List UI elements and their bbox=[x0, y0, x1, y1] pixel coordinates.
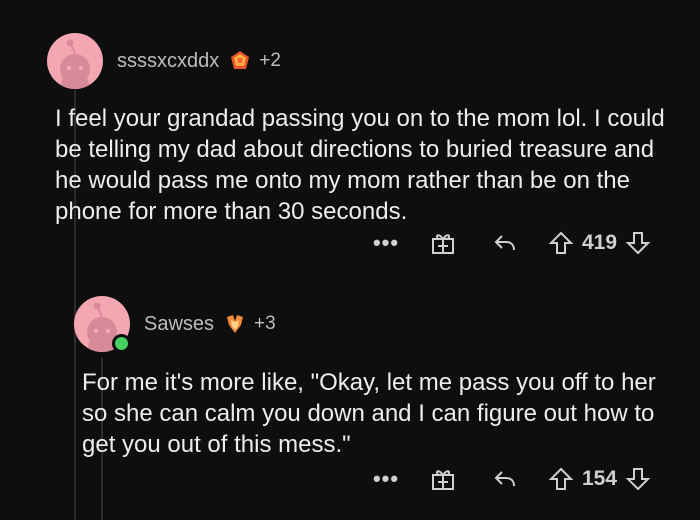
award-icon[interactable] bbox=[224, 313, 246, 335]
comment-2-username[interactable]: Sawses bbox=[144, 313, 214, 336]
comment-1-score: 419 bbox=[582, 231, 618, 254]
more-options-button[interactable]: ••• bbox=[366, 466, 406, 492]
reply-icon[interactable] bbox=[492, 230, 518, 256]
downvote-arrow-icon[interactable] bbox=[625, 466, 651, 492]
upvote-arrow-icon[interactable] bbox=[548, 230, 574, 256]
comment-2-award-count: +3 bbox=[254, 313, 276, 334]
comment-1-actions: ••• 419 bbox=[366, 230, 651, 256]
reply-icon[interactable] bbox=[492, 466, 518, 492]
snoo-avatar-icon[interactable] bbox=[47, 33, 103, 89]
comment-2-body: For me it's more like, "Okay, let me pas… bbox=[82, 369, 656, 458]
more-options-button[interactable]: ••• bbox=[366, 230, 406, 256]
comment-2-header: Sawses +3 bbox=[74, 296, 276, 353]
avatar-wrapper bbox=[74, 296, 131, 353]
comment-1-body: I feel your grandad passing you on to th… bbox=[55, 105, 665, 225]
comment-1-header: ssssxcxddx +2 bbox=[47, 33, 281, 89]
comment-2-score: 154 bbox=[582, 467, 618, 490]
gift-icon[interactable] bbox=[430, 466, 456, 492]
gift-icon[interactable] bbox=[430, 230, 456, 256]
upvote-arrow-icon[interactable] bbox=[548, 466, 574, 492]
award-icon[interactable] bbox=[229, 50, 251, 72]
comment-1-award-count: +2 bbox=[259, 50, 281, 71]
downvote-arrow-icon[interactable] bbox=[625, 230, 651, 256]
online-status-dot bbox=[112, 334, 131, 353]
comment-2-actions: ••• 154 bbox=[366, 466, 651, 492]
comment-1-username[interactable]: ssssxcxddx bbox=[117, 50, 219, 73]
